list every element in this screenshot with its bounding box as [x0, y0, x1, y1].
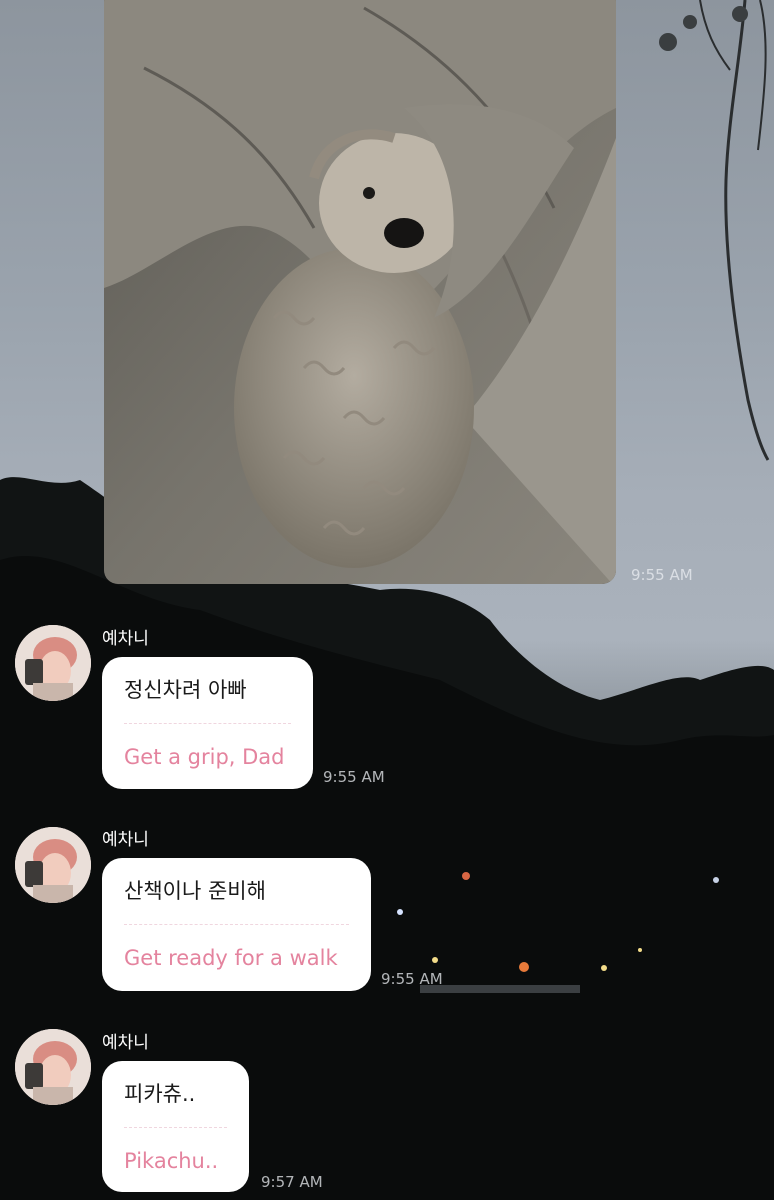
avatar[interactable]	[15, 1029, 91, 1105]
message-timestamp: 9:57 AM	[261, 1173, 323, 1191]
message-text: 피카츄..	[124, 1082, 196, 1106]
avatar[interactable]	[15, 625, 91, 701]
profile-avatar-icon	[15, 827, 91, 903]
message-bubble[interactable]: 산책이나 준비해 Get ready for a walk	[102, 858, 371, 991]
sender-name: 예차니	[102, 1033, 149, 1053]
profile-avatar-icon	[15, 625, 91, 701]
sender-name: 예차니	[102, 629, 149, 649]
message-timestamp: 9:55 AM	[323, 768, 385, 786]
message-translation: Pikachu..	[124, 1149, 219, 1173]
message-bubble[interactable]: 정신차려 아빠 Get a grip, Dad	[102, 657, 313, 789]
profile-avatar-icon	[15, 1029, 91, 1105]
photo-message[interactable]	[104, 0, 616, 584]
message-translation: Get a grip, Dad	[124, 745, 285, 769]
message-bubble[interactable]: 피카츄.. Pikachu..	[102, 1061, 249, 1192]
avatar[interactable]	[15, 827, 91, 903]
message-text: 정신차려 아빠	[124, 678, 247, 702]
message-text: 산책이나 준비해	[124, 879, 266, 903]
sender-name: 예차니	[102, 830, 149, 850]
dog-photo-icon	[104, 0, 616, 584]
photo-timestamp: 9:55 AM	[631, 566, 693, 584]
message-translation: Get ready for a walk	[124, 946, 338, 970]
message-timestamp: 9:55 AM	[381, 970, 443, 988]
